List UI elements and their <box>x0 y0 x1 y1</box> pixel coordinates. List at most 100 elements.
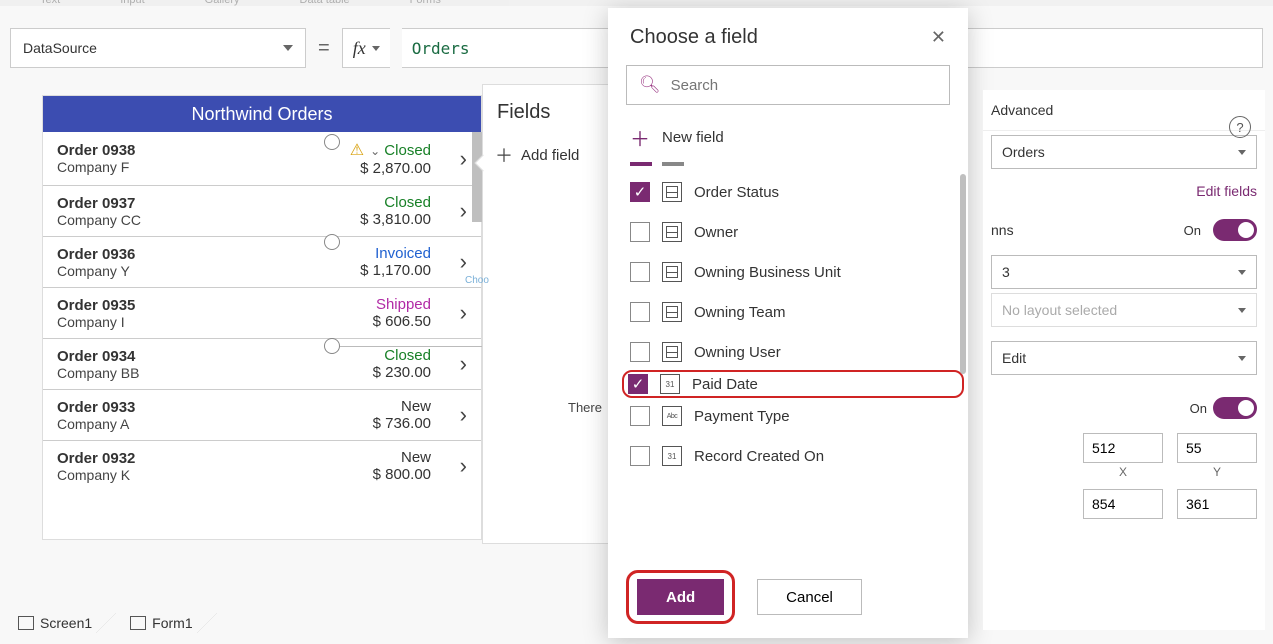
ribbon-forms[interactable]: Forms <box>410 0 441 6</box>
columns-select[interactable]: 3 <box>991 255 1257 289</box>
layout-value: No layout selected <box>1002 302 1117 318</box>
checkbox[interactable] <box>630 342 650 362</box>
order-item[interactable]: Order 0933Company A New$ 736.00 › <box>43 389 481 440</box>
order-company: Company A <box>57 416 367 432</box>
ribbon-gallery[interactable]: Gallery <box>205 0 240 6</box>
breadcrumb: Screen1 Form1 <box>10 608 207 638</box>
order-name: Order 0935 <box>57 297 367 314</box>
form-icon <box>130 616 146 630</box>
width-input[interactable] <box>1083 489 1163 519</box>
order-name: Order 0934 <box>57 348 367 365</box>
ribbon-text[interactable]: Text <box>40 0 60 6</box>
add-field-label: Add field <box>521 147 579 164</box>
crumb-form[interactable]: Form1 <box>122 611 206 635</box>
field-row[interactable]: ✓ Paid Date <box>622 370 964 398</box>
field-label: Paid Date <box>692 376 758 393</box>
checkbox[interactable]: ✓ <box>630 182 650 202</box>
crumb-screen[interactable]: Screen1 <box>10 611 106 635</box>
order-price: $ 3,810.00 <box>360 211 431 228</box>
datasource-select[interactable]: Orders <box>991 135 1257 169</box>
mode-value: Edit <box>1002 350 1026 366</box>
order-price: $ 1,170.00 <box>360 262 431 279</box>
selection-handle[interactable] <box>324 338 340 354</box>
order-name: Order 0938 <box>57 142 344 159</box>
advanced-tab[interactable]: Advanced <box>983 90 1265 131</box>
gallery-title: Northwind Orders <box>43 96 481 132</box>
order-item[interactable]: Order 0936Company Y Invoiced$ 1,170.00 › <box>43 236 481 287</box>
x-label: X <box>1083 465 1163 479</box>
chevron-down-icon <box>1238 308 1246 313</box>
chevron-down-icon <box>372 46 380 51</box>
empty-hint: There <box>568 400 602 415</box>
search-input[interactable] <box>671 77 937 94</box>
search-box[interactable]: 🔍︎ <box>626 65 950 105</box>
order-item[interactable]: Order 0938Company F ⚠⌄ Closed$ 2,870.00 … <box>43 132 481 185</box>
field-row[interactable]: ✓ Order Status <box>626 172 960 212</box>
order-item[interactable]: Order 0935Company I Shipped$ 606.50 › <box>43 287 481 338</box>
insert-ribbon: Text Input Gallery Data table Forms <box>0 0 1273 6</box>
edit-fields-link[interactable]: Edit fields <box>1196 183 1257 199</box>
height-input[interactable] <box>1177 489 1257 519</box>
property-dropdown[interactable]: DataSource <box>10 28 306 68</box>
checkbox[interactable] <box>630 406 650 426</box>
mode-select[interactable]: Edit <box>991 341 1257 375</box>
selection-handle[interactable] <box>324 134 340 150</box>
order-status: Invoiced <box>360 245 431 262</box>
fx-label: fx <box>353 38 366 59</box>
order-price: $ 800.00 <box>373 466 431 483</box>
field-row[interactable]: Record Created On <box>626 436 960 476</box>
ribbon-datatable[interactable]: Data table <box>300 0 350 6</box>
checkbox[interactable] <box>630 302 650 322</box>
selection-handle[interactable] <box>324 234 340 250</box>
chevron-right-icon: › <box>437 249 467 275</box>
field-row[interactable]: Owning Team <box>626 292 960 332</box>
field-row[interactable]: Owner <box>626 212 960 252</box>
field-list[interactable]: ✓ Order Status Owner Owning Business Uni… <box>608 172 968 552</box>
field-type-icon <box>660 374 680 394</box>
ribbon-input[interactable]: Input <box>120 0 144 6</box>
new-field-button[interactable]: ＋ New field <box>608 115 968 160</box>
visible-toggle[interactable] <box>1213 397 1257 419</box>
field-label: Owner <box>694 224 738 241</box>
order-company: Company CC <box>57 212 354 228</box>
property-name: DataSource <box>23 40 97 56</box>
help-icon[interactable]: ? <box>1229 116 1251 138</box>
chevron-down-icon <box>1238 150 1246 155</box>
canvas-hint: Choo <box>465 275 489 286</box>
fields-panel: Fields ＋ Add field Choo There <box>482 84 610 544</box>
order-item[interactable]: Order 0932Company K New$ 800.00 › <box>43 440 481 491</box>
layout-select[interactable]: No layout selected <box>991 293 1257 327</box>
checkbox[interactable] <box>630 446 650 466</box>
toggle-on-text: On <box>1190 401 1207 416</box>
columns-label-trunc: nns <box>991 222 1014 238</box>
add-field-button[interactable]: ＋ Add field <box>483 134 609 183</box>
order-name: Order 0932 <box>57 450 367 467</box>
field-row[interactable]: Payment Type <box>626 396 960 436</box>
scrollbar[interactable] <box>960 174 966 374</box>
field-type-icon <box>662 262 682 282</box>
checkbox[interactable] <box>630 222 650 242</box>
y-input[interactable] <box>1177 433 1257 463</box>
order-status: New <box>373 449 431 466</box>
canvas-gallery[interactable]: Northwind Orders Order 0938Company F ⚠⌄ … <box>42 95 482 540</box>
add-button[interactable]: Add <box>637 579 724 615</box>
fx-button[interactable]: fx <box>342 28 390 68</box>
checkbox[interactable]: ✓ <box>628 374 648 394</box>
order-company: Company Y <box>57 263 354 279</box>
field-type-icon <box>662 222 682 242</box>
field-label: Owning Team <box>694 304 785 321</box>
checkbox[interactable] <box>630 262 650 282</box>
x-input[interactable] <box>1083 433 1163 463</box>
close-icon[interactable]: ✕ <box>931 27 946 48</box>
field-row[interactable]: Owning Business Unit <box>626 252 960 292</box>
screen-icon <box>18 616 34 630</box>
cancel-button[interactable]: Cancel <box>757 579 862 615</box>
order-company: Company BB <box>57 365 367 381</box>
scrollbar[interactable] <box>472 132 482 222</box>
snap-toggle[interactable] <box>1213 219 1257 241</box>
order-item[interactable]: Order 0937Company CC Closed$ 3,810.00 › <box>43 185 481 236</box>
warning-icon: ⚠ <box>350 142 364 159</box>
field-type-icon <box>662 182 682 202</box>
field-row[interactable]: Owning User <box>626 332 960 372</box>
order-name: Order 0933 <box>57 399 367 416</box>
